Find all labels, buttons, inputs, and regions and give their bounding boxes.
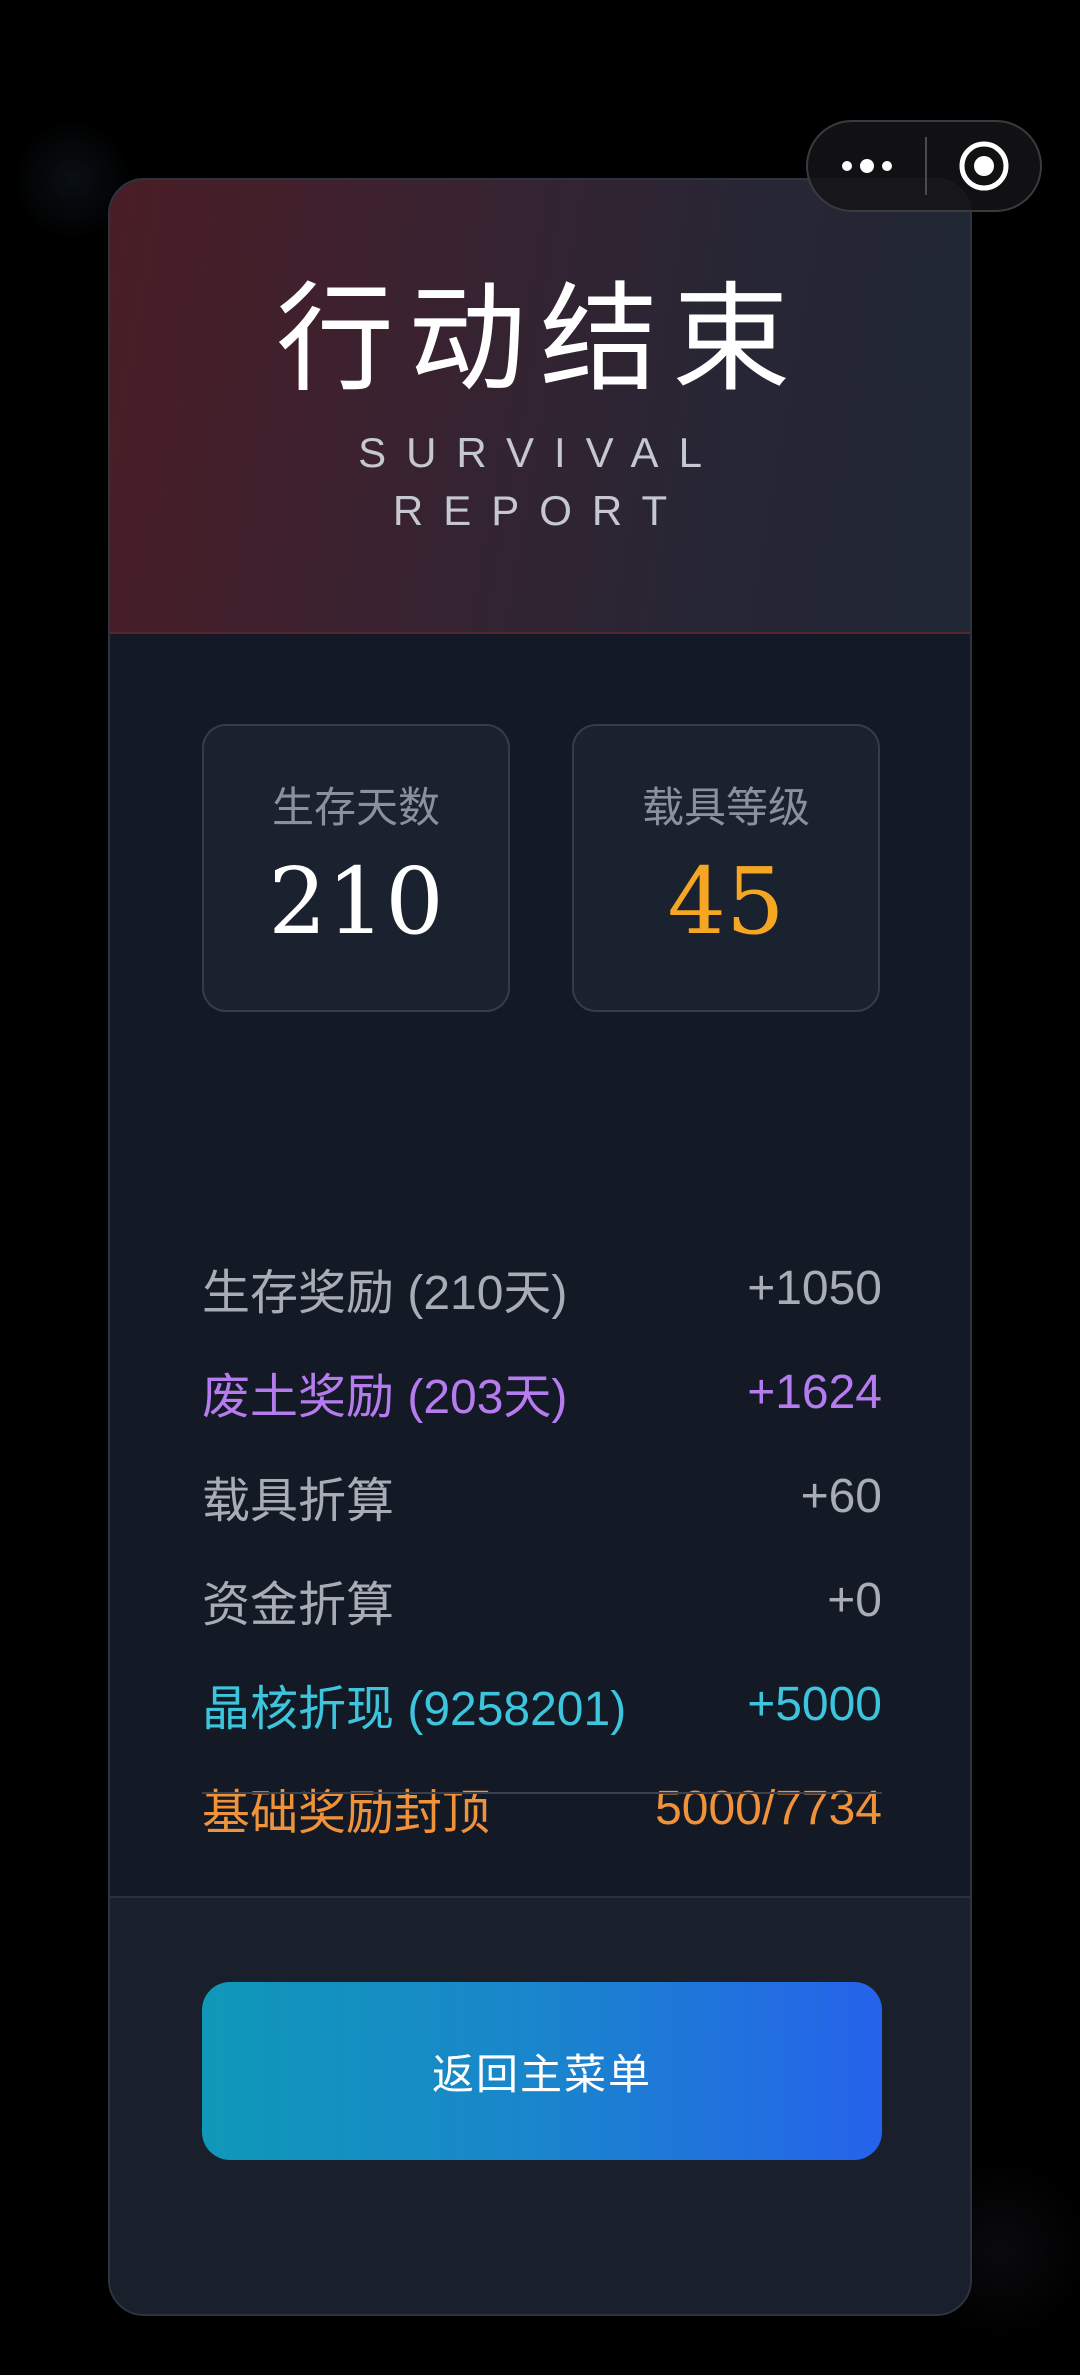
reward-label: 载具折算	[202, 1475, 395, 1528]
more-dots-icon-end	[881, 161, 892, 171]
stat-value: 45	[667, 848, 785, 955]
divider	[202, 1792, 882, 1794]
reward-row-vehicle: 载具折算 +60	[202, 1466, 882, 1529]
reward-value: +1624	[747, 1365, 882, 1419]
reward-label: 资金折算	[202, 1579, 395, 1632]
return-main-menu-button[interactable]: 返回主菜单	[202, 1982, 882, 2160]
more-dots-icon-center	[859, 159, 874, 173]
stat-value: 210	[268, 848, 444, 955]
reward-value: +1050	[747, 1261, 882, 1315]
reward-label: 基础奖励封顶	[202, 1787, 491, 1840]
reward-row-survival: 生存奖励 (210天) +1050	[202, 1258, 882, 1321]
reward-value: +0	[827, 1573, 882, 1627]
report-card: 行动结束 SURVIVAL REPORT 生存天数 210 载具等级 45 生存…	[108, 178, 972, 2316]
reward-row-crystal: 晶核折现 (9258201) +5000	[202, 1674, 882, 1737]
reward-row-wasteland: 废土奖励 (203天) +1624	[202, 1362, 882, 1425]
more-dots-icon	[841, 161, 852, 171]
reward-value: +5000	[747, 1677, 882, 1731]
reward-label: 废土奖励 (203天)	[202, 1371, 568, 1424]
mini-program-capsule	[806, 120, 1042, 212]
target-circle-icon	[959, 141, 1008, 191]
reward-label: 晶核折现 (9258201)	[202, 1683, 627, 1736]
reward-label: 生存奖励 (210天)	[202, 1267, 568, 1320]
close-button[interactable]	[927, 122, 1040, 210]
reward-value: +60	[800, 1469, 882, 1523]
page-title: 行动结束	[275, 270, 804, 408]
reward-row-cap: 基础奖励封顶 5000/7734	[202, 1778, 882, 1841]
reward-row-funds: 资金折算 +0	[202, 1570, 882, 1633]
stat-label: 载具等级	[641, 783, 810, 832]
report-header: 行动结束 SURVIVAL REPORT	[110, 180, 970, 634]
vehicle-level-card: 载具等级 45	[572, 724, 880, 1012]
more-button[interactable]	[808, 122, 925, 210]
reward-value: 5000/7734	[655, 1781, 882, 1835]
report-footer: 返回主菜单	[110, 1896, 970, 2314]
stat-label: 生存天数	[271, 783, 440, 832]
page-subtitle: SURVIVAL REPORT	[358, 429, 722, 534]
survival-days-card: 生存天数 210	[202, 724, 510, 1012]
